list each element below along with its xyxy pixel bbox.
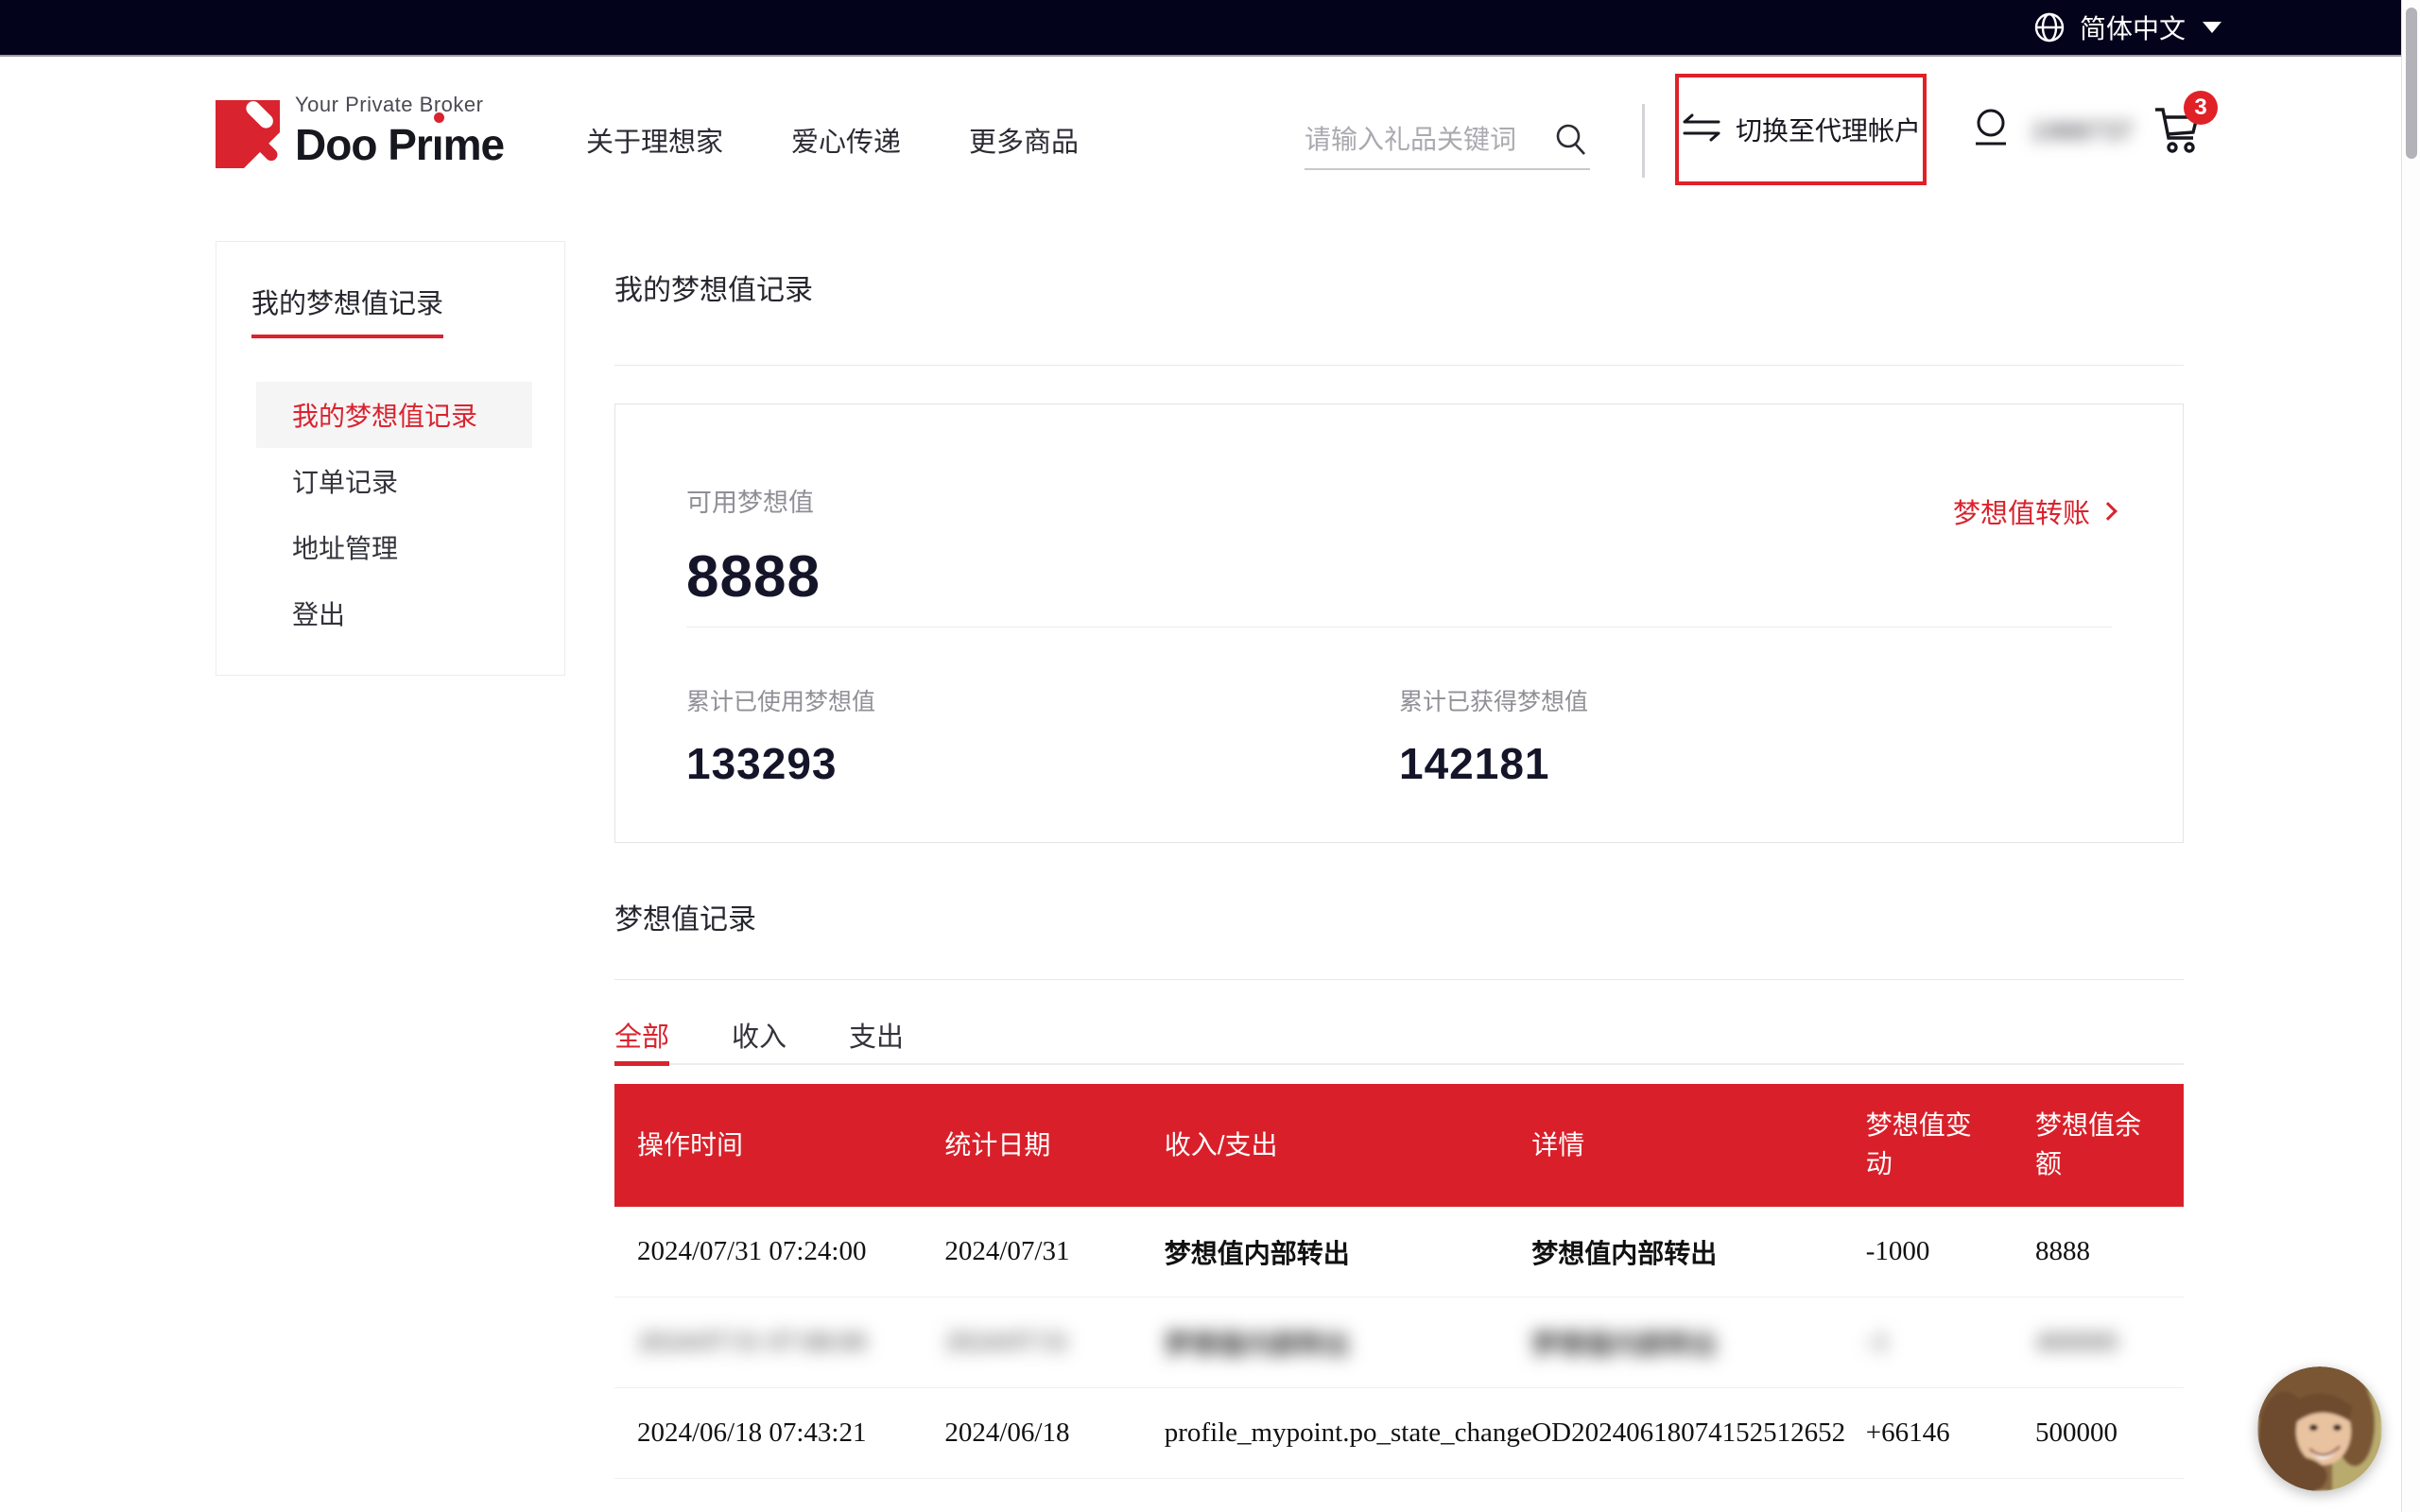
cell-r3-c2: profile_mypoint.po_state_change xyxy=(1142,1508,1509,1512)
dream-value-summary-card: 可用梦想值 8888 梦想值转账 累计已使用梦想值 133293 累计已获得梦想… xyxy=(614,404,2184,843)
cell-r1-c3: 梦想值内部转出 xyxy=(1509,1324,1843,1362)
nav-item-1[interactable]: 爱心传递 xyxy=(791,120,901,160)
cell-r2-c3: OD20240618074152512652 xyxy=(1509,1418,1843,1449)
column-header-5: 梦想值余额 xyxy=(2013,1107,2184,1183)
scrollbar-thumb[interactable] xyxy=(2406,8,2417,159)
language-selector[interactable]: 简体中文 xyxy=(2032,9,2221,46)
doo-prime-logo[interactable]: Your Private Broker Doo Prıme xyxy=(216,94,504,168)
earned-dream-value-label: 累计已获得梦想值 xyxy=(1399,683,2112,717)
sidebar-item-3[interactable]: 登出 xyxy=(216,580,564,646)
globe-icon xyxy=(2032,10,2066,44)
cell-r3-c4: +66146 xyxy=(1843,1508,2013,1512)
used-dream-value-label: 累计已使用梦想值 xyxy=(686,683,1399,717)
user-icon xyxy=(1964,102,2017,160)
cell-r3-c3: OD20240618074248568073 xyxy=(1509,1508,1843,1512)
earned-dream-value: 142181 xyxy=(1399,738,2112,789)
sidebar-item-2[interactable]: 地址管理 xyxy=(216,514,564,580)
main-nav: 关于理想家 爱心传递 更多商品 xyxy=(586,57,1079,222)
username-blurred: 1988737 xyxy=(2031,116,2134,146)
column-header-4: 梦想值变动 xyxy=(1843,1107,2013,1183)
cell-r3-c0: 2024/06/18 07:43:05 xyxy=(614,1508,922,1512)
header-divider xyxy=(1642,104,1645,178)
search-box xyxy=(1305,112,1590,170)
sidebar-title: 我的梦想值记录 xyxy=(251,282,443,321)
top-bar: 简体中文 xyxy=(0,0,2420,57)
swap-arrows-icon xyxy=(1681,112,1722,148)
user-account[interactable]: 1988737 xyxy=(1964,102,2134,160)
switch-account-label: 切换至代理帐户 xyxy=(1736,111,1921,148)
avatar[interactable] xyxy=(2257,1366,2382,1491)
cell-r0-c5: 8888 xyxy=(2013,1236,2184,1267)
cell-r2-c4: +66146 xyxy=(1843,1418,2013,1449)
records-table: 操作时间统计日期收入/支出详情梦想值变动梦想值余额 2024/07/31 07:… xyxy=(614,1084,2184,1512)
scrollbar-track[interactable] xyxy=(2401,0,2420,1512)
records-tabs: 全部 收入 支出 xyxy=(614,1006,2184,1065)
divider xyxy=(614,365,2184,366)
tab-1[interactable]: 收入 xyxy=(732,1005,786,1064)
language-label: 简体中文 xyxy=(2080,9,2186,46)
cell-r0-c3: 梦想值内部转出 xyxy=(1509,1233,1843,1271)
cell-r1-c1: 2024/07/31 xyxy=(922,1327,1141,1358)
divider xyxy=(614,979,2184,980)
used-dream-value-stat: 累计已使用梦想值 133293 xyxy=(686,683,1399,789)
sidebar-item-1[interactable]: 订单记录 xyxy=(216,448,564,514)
switch-to-agent-account-button[interactable]: 切换至代理帐户 xyxy=(1675,74,1927,185)
available-dream-value-label: 可用梦想值 xyxy=(686,482,2112,519)
cell-r0-c0: 2024/07/31 07:24:00 xyxy=(614,1236,922,1267)
cart-button[interactable]: 3 xyxy=(2144,96,2210,163)
column-header-1: 统计日期 xyxy=(922,1126,1141,1165)
earned-dream-value-stat: 累计已获得梦想值 142181 xyxy=(1399,683,2112,789)
cell-r0-c2: 梦想值内部转出 xyxy=(1142,1233,1509,1271)
chevron-right-icon xyxy=(2099,502,2118,521)
search-input[interactable] xyxy=(1305,125,1531,155)
cell-r2-c5: 500000 xyxy=(2013,1418,2184,1449)
tab-2[interactable]: 支出 xyxy=(849,1005,904,1064)
logo-mark-icon xyxy=(216,100,280,168)
sidebar-menu: 我的梦想值记录订单记录地址管理登出 xyxy=(216,382,564,646)
site-header: Your Private Broker Doo Prıme 关于理想家 爱心传递 更… xyxy=(0,57,2420,222)
column-header-2: 收入/支出 xyxy=(1142,1126,1509,1165)
page: 简体中文 Your Private Broker Doo Prıme 关于理想家… xyxy=(0,0,2420,1512)
table-row-1: 2024/07/31 07:08:002024/07/31梦想值内部转出梦想值内… xyxy=(614,1297,2184,1388)
sidebar-title-underline xyxy=(251,335,443,338)
cell-r1-c4: -1 xyxy=(1843,1327,2013,1358)
cell-r2-c1: 2024/06/18 xyxy=(922,1418,1141,1449)
chevron-down-icon xyxy=(2203,22,2221,33)
table-header-row: 操作时间统计日期收入/支出详情梦想值变动梦想值余额 xyxy=(614,1084,2184,1207)
page-title: 我的梦想值记录 xyxy=(614,266,2184,308)
logo-tagline: Your Private Broker xyxy=(295,94,504,115)
used-dream-value: 133293 xyxy=(686,738,1399,789)
account-sidebar: 我的梦想值记录 我的梦想值记录订单记录地址管理登出 xyxy=(216,241,565,676)
dream-value-transfer-link[interactable]: 梦想值转账 xyxy=(1953,491,2115,531)
cell-r1-c2: 梦想值内部转出 xyxy=(1142,1324,1509,1362)
tab-0[interactable]: 全部 xyxy=(614,1005,669,1064)
records-section-title: 梦想值记录 xyxy=(614,896,2184,937)
available-dream-value: 8888 xyxy=(686,543,2112,610)
cell-r0-c1: 2024/07/31 xyxy=(922,1236,1141,1267)
table-row-0: 2024/07/31 07:24:002024/07/31梦想值内部转出梦想值内… xyxy=(614,1207,2184,1297)
cart-count-badge: 3 xyxy=(2184,91,2218,125)
nav-item-0[interactable]: 关于理想家 xyxy=(586,120,723,160)
nav-item-2[interactable]: 更多商品 xyxy=(969,120,1079,160)
cell-r1-c5: 400000 xyxy=(2013,1327,2184,1358)
main-content: 我的梦想值记录 可用梦想值 8888 梦想值转账 累计已使用梦想值 133293… xyxy=(614,266,2184,1512)
cell-r2-c0: 2024/06/18 07:43:21 xyxy=(614,1418,922,1449)
column-header-3: 详情 xyxy=(1509,1126,1843,1165)
search-icon[interactable] xyxy=(1552,121,1590,159)
logo-brand: Doo Prıme xyxy=(295,123,504,166)
table-row-3: 2024/06/18 07:43:052024/06/18profile_myp… xyxy=(614,1479,2184,1512)
cell-r3-c5: 433854 xyxy=(2013,1508,2184,1512)
table-body: 2024/07/31 07:24:002024/07/31梦想值内部转出梦想值内… xyxy=(614,1207,2184,1512)
sidebar-item-0[interactable]: 我的梦想值记录 xyxy=(256,382,532,448)
cell-r2-c2: profile_mypoint.po_state_change xyxy=(1142,1418,1509,1449)
table-row-2: 2024/06/18 07:43:212024/06/18profile_myp… xyxy=(614,1388,2184,1479)
cell-r0-c4: -1000 xyxy=(1843,1236,2013,1267)
column-header-0: 操作时间 xyxy=(614,1126,922,1165)
cell-r1-c0: 2024/07/31 07:08:00 xyxy=(614,1327,922,1358)
cell-r3-c1: 2024/06/18 xyxy=(922,1508,1141,1512)
